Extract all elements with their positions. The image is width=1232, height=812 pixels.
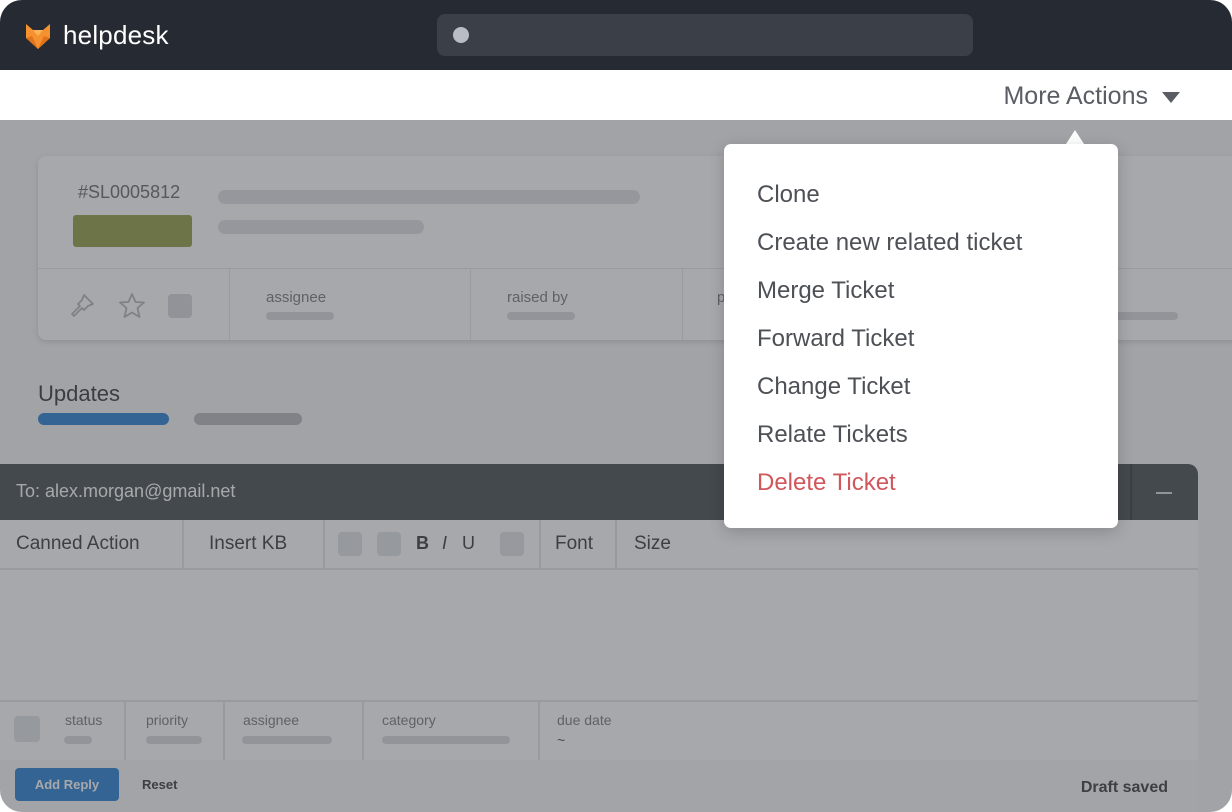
menu-item-create-related[interactable]: Create new related ticket xyxy=(757,229,1022,257)
app-window: helpdesk More Actions #SL0005812 assigne… xyxy=(0,0,1232,812)
search-icon xyxy=(453,27,469,43)
menu-item-forward[interactable]: Forward Ticket xyxy=(757,325,914,353)
menu-item-delete[interactable]: Delete Ticket xyxy=(757,469,896,497)
fox-logo-icon xyxy=(26,24,50,49)
menu-item-change[interactable]: Change Ticket xyxy=(757,373,910,401)
more-actions-button[interactable]: More Actions xyxy=(1003,82,1180,111)
more-actions-menu: Clone Create new related ticket Merge Ti… xyxy=(724,144,1118,528)
menu-item-relate[interactable]: Relate Tickets xyxy=(757,421,908,449)
menu-item-clone[interactable]: Clone xyxy=(757,181,820,209)
search-input[interactable] xyxy=(437,14,973,56)
more-actions-label: More Actions xyxy=(1003,82,1148,110)
top-bar: helpdesk xyxy=(0,0,1232,70)
brand-name: helpdesk xyxy=(63,20,169,50)
dropdown-arrow xyxy=(1066,130,1084,144)
caret-down-icon xyxy=(1162,92,1180,103)
menu-item-merge[interactable]: Merge Ticket xyxy=(757,277,894,305)
actions-bar: More Actions xyxy=(0,70,1232,120)
